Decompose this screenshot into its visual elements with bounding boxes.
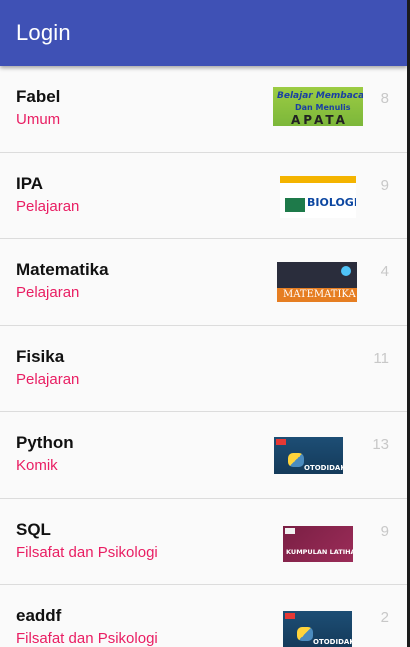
fabel-cover-icon: Belajar Membaca Dan Menulis APATA	[273, 87, 363, 126]
cover-flag	[276, 439, 286, 445]
item-category: Filsafat dan Psikologi	[16, 543, 158, 561]
list-item[interactable]: SQL Filsafat dan Psikologi KUMPULAN LATI…	[0, 498, 407, 585]
cover-flag	[285, 527, 295, 534]
item-count: 4	[380, 263, 389, 280]
item-title: Fabel	[16, 87, 61, 106]
app-bar: Login	[0, 0, 407, 66]
cover-text: MATEMATIKA	[283, 289, 356, 300]
cover-text: BIOLOGI	[307, 195, 356, 209]
cover-text: Belajar Membaca	[277, 91, 363, 101]
item-count: 8	[380, 90, 389, 107]
item-title: eaddf	[16, 606, 62, 625]
item-category: Pelajaran	[16, 284, 80, 301]
app-bar-title: Login	[16, 20, 71, 45]
item-count: 2	[380, 609, 389, 626]
cover-text: OTODIDAK	[313, 638, 352, 646]
item-count: 13	[372, 436, 389, 453]
matematika-cover-icon: MATEMATIKA	[277, 262, 357, 302]
kumpulan-latihan-cover-icon: KUMPULAN LATIHAN	[283, 525, 353, 562]
item-category: Pelajaran	[16, 197, 80, 215]
item-count: 9	[380, 176, 389, 194]
screen: Login Fabel Umum Belajar Membaca Dan Men…	[0, 0, 410, 647]
item-count: 11	[373, 349, 389, 367]
book-list[interactable]: Fabel Umum Belajar Membaca Dan Menulis A…	[0, 66, 407, 647]
cover-text: OTODIDAK	[304, 464, 343, 472]
cover-logo	[288, 453, 304, 467]
cover-logo	[341, 266, 351, 276]
list-item[interactable]: Matematika Pelajaran MATEMATIKA 4	[0, 239, 407, 326]
list-item[interactable]: eaddf Filsafat dan Psikologi OTODIDAK 2	[0, 585, 407, 647]
cover-text: KUMPULAN LATIHAN	[286, 547, 353, 556]
item-count: 9	[380, 522, 389, 540]
biologi-cover-icon: BIOLOGI	[280, 175, 356, 218]
list-item[interactable]: IPA Pelajaran BIOLOGI 9	[0, 152, 407, 239]
cover-text: APATA	[291, 113, 348, 126]
item-title: SQL	[16, 519, 51, 539]
cover-logo	[297, 627, 313, 641]
cover-flag	[285, 613, 295, 619]
list-item[interactable]: Python Komik OTODIDAK 13	[0, 412, 407, 499]
cover-photo	[285, 197, 305, 212]
cover-stripe	[280, 175, 356, 183]
item-title: Matematika	[16, 260, 109, 279]
python-cover-icon: OTODIDAK	[283, 611, 352, 647]
item-category: Filsafat dan Psikologi	[16, 630, 158, 647]
item-title: IPA	[16, 173, 44, 193]
list-item[interactable]: Fabel Umum Belajar Membaca Dan Menulis A…	[0, 66, 407, 153]
item-category: Pelajaran	[16, 370, 80, 388]
cover-text: Dan Menulis	[295, 103, 351, 112]
list-item[interactable]: Fisika Pelajaran 11	[0, 325, 407, 412]
python-cover-icon: OTODIDAK	[274, 437, 343, 474]
item-title: Fisika	[16, 346, 65, 366]
item-category: Komik	[16, 457, 58, 474]
item-title: Python	[16, 433, 74, 452]
item-category: Umum	[16, 111, 61, 128]
